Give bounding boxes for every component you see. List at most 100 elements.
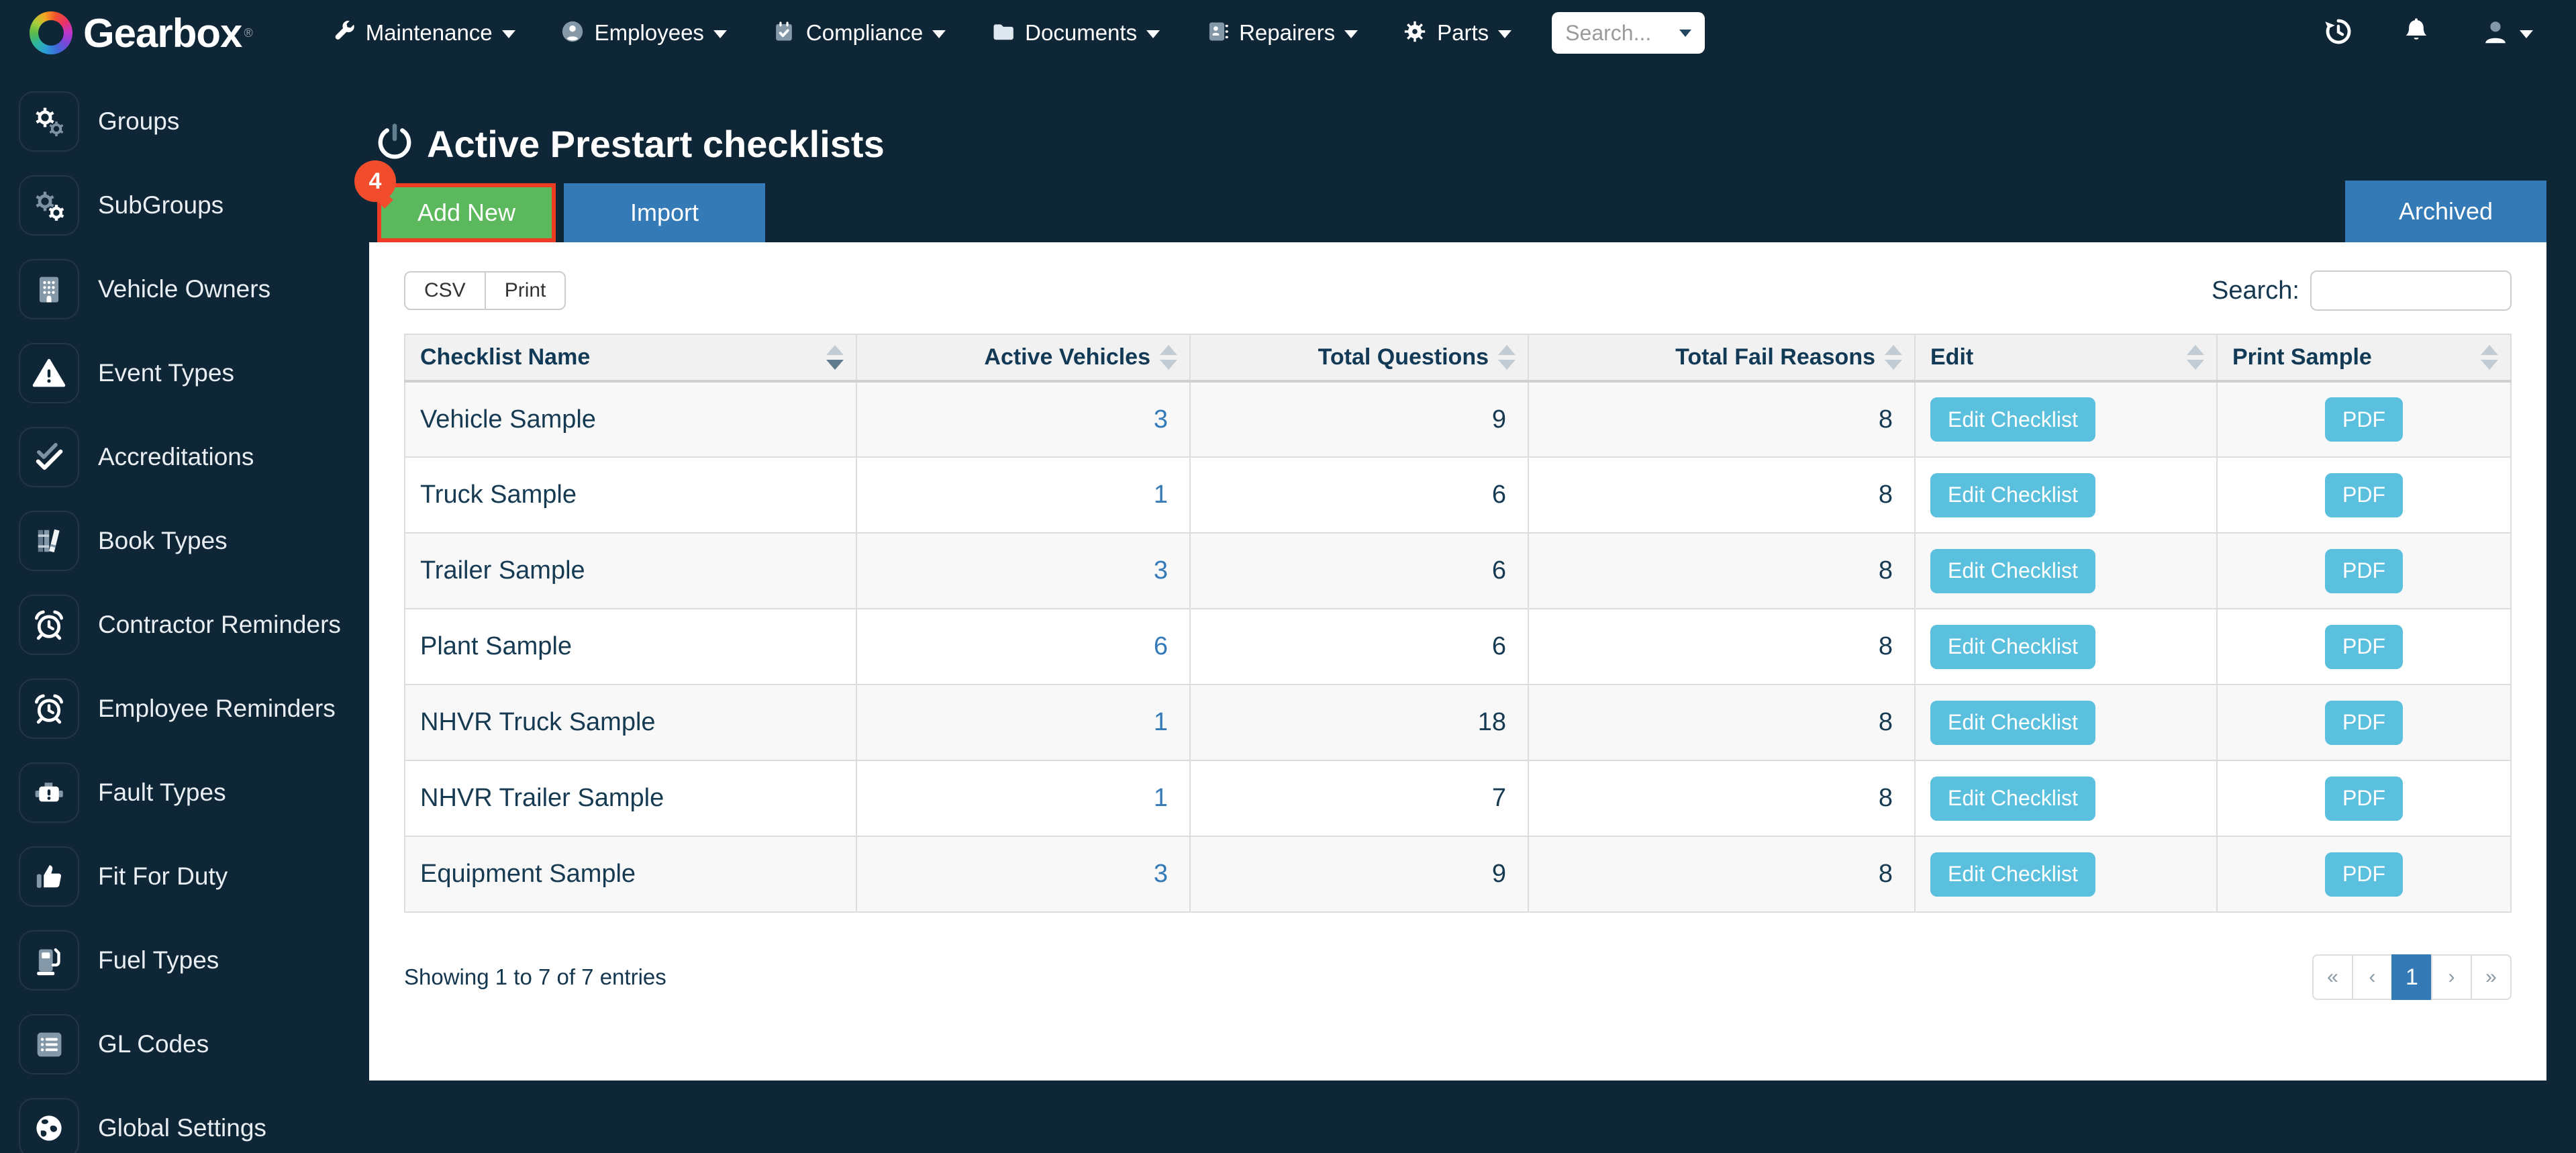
import-button[interactable]: Import — [564, 183, 765, 242]
history-button[interactable] — [2321, 15, 2353, 51]
sidebar-item-fuel-types[interactable]: Fuel Types — [0, 918, 369, 1002]
sidebar-item-label: Fit For Duty — [98, 862, 228, 890]
pagination-page-1-button[interactable]: 1 — [2391, 954, 2432, 1000]
pagination-next-button[interactable]: › — [2431, 954, 2472, 1000]
checklist-name-cell: Truck Sample — [404, 456, 857, 534]
gears-icon — [19, 91, 79, 152]
total-fail-reasons-cell: 8 — [1528, 836, 1916, 913]
total-fail-reasons-cell: 8 — [1528, 760, 1916, 837]
nav-item-employees[interactable]: Employees — [560, 19, 727, 48]
topbar-actions — [2321, 15, 2533, 51]
sidebar-item-gl-codes[interactable]: GL Codes — [0, 1002, 369, 1086]
pdf-button[interactable]: PDF — [2325, 776, 2403, 821]
app-root: Gearbox ® Maintenance Employees Complian… — [0, 0, 2576, 1153]
engine-warning-icon — [19, 762, 79, 823]
add-new-button[interactable]: Add New — [381, 187, 552, 238]
chevron-down-icon — [501, 30, 515, 38]
csv-button[interactable]: CSV — [404, 271, 486, 310]
pdf-button[interactable]: PDF — [2325, 472, 2403, 517]
table-search: Search: — [2212, 270, 2512, 311]
active-vehicles-link[interactable]: 3 — [1154, 405, 1168, 434]
edit-checklist-button[interactable]: Edit Checklist — [1930, 776, 2095, 821]
sidebar-item-subgroups[interactable]: SubGroups — [0, 163, 369, 247]
total-questions-cell: 7 — [1189, 760, 1529, 837]
sort-arrows-icon — [1885, 345, 1902, 370]
sidebar-item-book-types[interactable]: Book Types — [0, 499, 369, 583]
pdf-button[interactable]: PDF — [2325, 397, 2403, 442]
column-header-edit[interactable]: Edit — [1914, 334, 2218, 383]
gearbox-logo-icon — [30, 11, 72, 54]
sidebar-item-fault-types[interactable]: Fault Types — [0, 750, 369, 834]
nav-item-repairers[interactable]: Repairers — [1204, 19, 1358, 48]
nav-item-documents[interactable]: Documents — [990, 19, 1160, 48]
sidebar-item-label: Event Types — [98, 358, 234, 387]
pagination-prev-button[interactable]: ‹ — [2352, 954, 2393, 1000]
chevron-down-icon — [2520, 30, 2533, 38]
sidebar-item-accreditations[interactable]: Accreditations — [0, 415, 369, 499]
nav-item-compliance[interactable]: Compliance — [771, 19, 946, 48]
table-row: Vehicle Sample 3 9 8 Edit Checklist PDF — [404, 381, 2512, 458]
pdf-button[interactable]: PDF — [2325, 700, 2403, 745]
sidebar-item-groups[interactable]: Groups — [0, 79, 369, 163]
main-nav: Maintenance Employees Compliance Documen… — [331, 19, 1512, 48]
total-fail-reasons-cell: 8 — [1528, 381, 1916, 458]
global-search-select[interactable]: Search... — [1552, 12, 1705, 54]
sidebar-item-fit-for-duty[interactable]: Fit For Duty — [0, 834, 369, 918]
sort-arrows-icon — [2187, 345, 2204, 370]
sidebar-item-employee-reminders[interactable]: Employee Reminders — [0, 666, 369, 750]
sidebar-item-vehicle-owners[interactable]: Vehicle Owners — [0, 247, 369, 331]
annotation-highlight: 4 Add New — [354, 160, 556, 242]
sidebar-item-event-types[interactable]: Event Types — [0, 331, 369, 415]
checklists-table-wrap: Checklist Name Active Vehicles Total Que… — [404, 334, 2512, 913]
edit-checklist-button[interactable]: Edit Checklist — [1930, 700, 2095, 745]
sidebar: Groups SubGroups Vehicle Owners Event Ty… — [0, 66, 369, 1153]
table-row: Trailer Sample 3 6 8 Edit Checklist PDF — [404, 532, 2512, 609]
pdf-button[interactable]: PDF — [2325, 624, 2403, 669]
active-vehicles-link[interactable]: 3 — [1154, 860, 1168, 888]
column-header-checklist-name[interactable]: Checklist Name — [404, 334, 857, 383]
table-row: Equipment Sample 3 9 8 Edit Checklist PD… — [404, 836, 2512, 913]
user-menu[interactable] — [2479, 15, 2533, 51]
chevron-down-icon — [1146, 30, 1160, 38]
sidebar-item-label: Global Settings — [98, 1113, 266, 1142]
sidebar-item-label: GL Codes — [98, 1030, 209, 1058]
chevron-down-icon — [1344, 30, 1358, 38]
checklist-name-cell: Trailer Sample — [404, 532, 857, 609]
active-vehicles-link[interactable]: 1 — [1154, 481, 1168, 509]
sidebar-item-contractor-reminders[interactable]: Contractor Reminders — [0, 583, 369, 666]
active-vehicles-link[interactable]: 1 — [1154, 708, 1168, 736]
page-header: Active Prestart checklists — [375, 122, 2546, 166]
sidebar-item-global-settings[interactable]: Global Settings — [0, 1086, 369, 1153]
active-vehicles-link[interactable]: 1 — [1154, 784, 1168, 812]
sidebar-item-label: Vehicle Owners — [98, 274, 271, 303]
column-header-print-sample[interactable]: Print Sample — [2216, 334, 2512, 383]
edit-checklist-button[interactable]: Edit Checklist — [1930, 548, 2095, 593]
calendar-check-icon — [771, 19, 797, 48]
pdf-button[interactable]: PDF — [2325, 852, 2403, 897]
edit-checklist-button[interactable]: Edit Checklist — [1930, 624, 2095, 669]
nav-item-maintenance[interactable]: Maintenance — [331, 19, 515, 48]
active-vehicles-link[interactable]: 6 — [1154, 632, 1168, 660]
alarm-clock-icon — [19, 594, 79, 655]
column-header-total-fail-reasons[interactable]: Total Fail Reasons — [1528, 334, 1916, 383]
notifications-button[interactable] — [2400, 15, 2432, 51]
print-button[interactable]: Print — [484, 271, 566, 310]
archived-button[interactable]: Archived — [2345, 181, 2546, 242]
pdf-button[interactable]: PDF — [2325, 548, 2403, 593]
top-navbar: Gearbox ® Maintenance Employees Complian… — [0, 0, 2576, 66]
export-button-group: CSV Print — [404, 271, 566, 310]
column-header-total-questions[interactable]: Total Questions — [1189, 334, 1529, 383]
thumbs-up-icon — [19, 846, 79, 907]
edit-checklist-button[interactable]: Edit Checklist — [1930, 472, 2095, 517]
pagination-first-button[interactable]: « — [2312, 954, 2353, 1000]
sidebar-item-label: Accreditations — [98, 442, 254, 470]
pagination-last-button[interactable]: » — [2471, 954, 2512, 1000]
page-title: Active Prestart checklists — [427, 123, 885, 165]
edit-checklist-button[interactable]: Edit Checklist — [1930, 397, 2095, 442]
column-header-active-vehicles[interactable]: Active Vehicles — [856, 334, 1191, 383]
edit-checklist-button[interactable]: Edit Checklist — [1930, 852, 2095, 897]
search-input[interactable] — [2310, 270, 2512, 311]
nav-item-parts[interactable]: Parts — [1402, 19, 1512, 48]
gearbox-logo[interactable]: Gearbox ® — [30, 10, 253, 56]
active-vehicles-link[interactable]: 3 — [1154, 556, 1168, 585]
